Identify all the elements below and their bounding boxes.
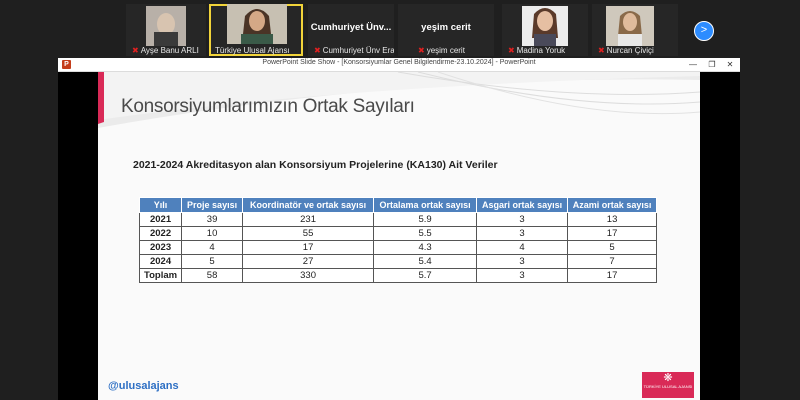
restore-button[interactable]: ❐ [703, 58, 721, 71]
participant-video [606, 6, 654, 46]
participant-name: Nurcan Çiviçi [606, 46, 654, 55]
participant-video [227, 4, 287, 44]
mic-muted-icon: ✖ [314, 46, 321, 55]
table-cell: 5.4 [373, 254, 478, 269]
column-header: Yılı [138, 197, 183, 213]
social-handle: @ulusalajans [108, 380, 179, 392]
column-header: Azami ortak sayısı [567, 197, 658, 213]
participants-strip: ✖ Ayşe Banu ARLI Türkiye Ulusal Ajansı Cu… [0, 0, 800, 58]
participant-tile-active[interactable]: Türkiye Ulusal Ajansı [209, 4, 303, 56]
table-cell: 58 [181, 268, 244, 283]
table-cell: 330 [242, 268, 375, 283]
participant-tile[interactable]: ✖ Ayşe Banu ARLI [126, 4, 206, 56]
chevron-right-icon: > [700, 24, 708, 36]
slide[interactable]: Konsorsiyumlarımızın Ortak Sayıları 2021… [98, 72, 700, 400]
column-header: Asgari ortak sayısı [476, 197, 569, 213]
table-cell: 3 [476, 226, 569, 241]
table-cell: 5 [181, 254, 244, 269]
participant-name: Türkiye Ulusal Ajansı [215, 46, 290, 55]
table-cell: 4 [181, 240, 244, 255]
participant-tile[interactable]: yeşim cerit ✖ yeşim cerit [398, 4, 494, 56]
table-cell: 2023 [138, 240, 183, 255]
participant-name: yeşim cerit [426, 46, 465, 55]
table-cell: 2021 [138, 212, 183, 227]
participant-video [146, 6, 186, 46]
data-table: Yılı Proje sayısı Koordinatör ve ortak s… [138, 197, 658, 283]
table-row: 2022 10 55 5.5 3 17 [138, 226, 658, 241]
table-cell: 2022 [138, 226, 183, 241]
participant-tile[interactable]: Cumhuriyet Ünv... ✖Cumhuriyet Ünv Eras..… [308, 4, 394, 56]
table-cell: 7 [567, 254, 658, 269]
table-total-row: Toplam 58 330 5.7 3 17 [138, 268, 658, 283]
next-participants-button[interactable]: > [694, 21, 714, 41]
table-cell: 55 [242, 226, 375, 241]
powerpoint-window: P PowerPoint Slide Show - [Konsorsiyumla… [58, 58, 740, 400]
minimize-button[interactable]: — [684, 58, 702, 71]
table-cell: Toplam [138, 268, 183, 283]
table-cell: 5.7 [373, 268, 478, 283]
table-cell: 5 [567, 240, 658, 255]
agency-logo: ❋ TÜRKİYE ULUSAL AJANSI [642, 372, 694, 398]
table-cell: 39 [181, 212, 244, 227]
participant-video [522, 6, 568, 46]
slide-title: Konsorsiyumlarımızın Ortak Sayıları [121, 96, 415, 117]
participant-display-name: Cumhuriyet Ünv... [310, 22, 392, 33]
table-cell: 231 [242, 212, 375, 227]
table-cell: 17 [567, 268, 658, 283]
close-button[interactable]: ✕ [721, 58, 739, 71]
table-cell: 5.9 [373, 212, 478, 227]
participant-tile[interactable]: ✖ Madina Yoruk [502, 4, 588, 56]
participant-name: Madina Yoruk [516, 46, 566, 55]
table-cell: 3 [476, 254, 569, 269]
table-cell: 17 [567, 226, 658, 241]
table-cell: 2024 [138, 254, 183, 269]
mic-muted-icon: ✖ [132, 46, 139, 55]
participant-name: Ayşe Banu ARLI [140, 46, 199, 55]
mic-muted-icon: ✖ [508, 46, 515, 55]
table-cell: 27 [242, 254, 375, 269]
table-row: 2021 39 231 5.9 3 13 [138, 212, 658, 227]
slide-subtitle: 2021-2024 Akreditasyon alan Konsorsiyum … [133, 159, 498, 171]
table-cell: 4 [476, 240, 569, 255]
table-cell: 13 [567, 212, 658, 227]
table-cell: 3 [476, 212, 569, 227]
participant-name: Cumhuriyet Ünv Eras... [322, 46, 394, 55]
participant-display-name: yeşim cerit [421, 22, 471, 33]
person-logo-icon: ❋ [663, 372, 673, 384]
window-titlebar: P PowerPoint Slide Show - [Konsorsiyumla… [58, 58, 740, 72]
column-header: Ortalama ortak sayısı [373, 197, 478, 213]
table-row: 2024 5 27 5.4 3 7 [138, 254, 658, 269]
mic-muted-icon: ✖ [598, 46, 605, 55]
window-title: PowerPoint Slide Show - [Konsorsiyumlar … [262, 59, 536, 66]
table-header-row: Yılı Proje sayısı Koordinatör ve ortak s… [138, 197, 658, 213]
column-header: Proje sayısı [181, 197, 244, 213]
table-cell: 3 [476, 268, 569, 283]
table-cell: 10 [181, 226, 244, 241]
column-header: Koordinatör ve ortak sayısı [242, 197, 375, 213]
participant-tile[interactable]: ✖ Nurcan Çiviçi [592, 4, 678, 56]
mic-muted-icon: ✖ [418, 46, 425, 55]
table-cell: 5.5 [373, 226, 478, 241]
table-cell: 4.3 [373, 240, 478, 255]
table-cell: 17 [242, 240, 375, 255]
table-row: 2023 4 17 4.3 4 5 [138, 240, 658, 255]
slide-show-stage: Konsorsiyumlarımızın Ortak Sayıları 2021… [58, 72, 740, 400]
